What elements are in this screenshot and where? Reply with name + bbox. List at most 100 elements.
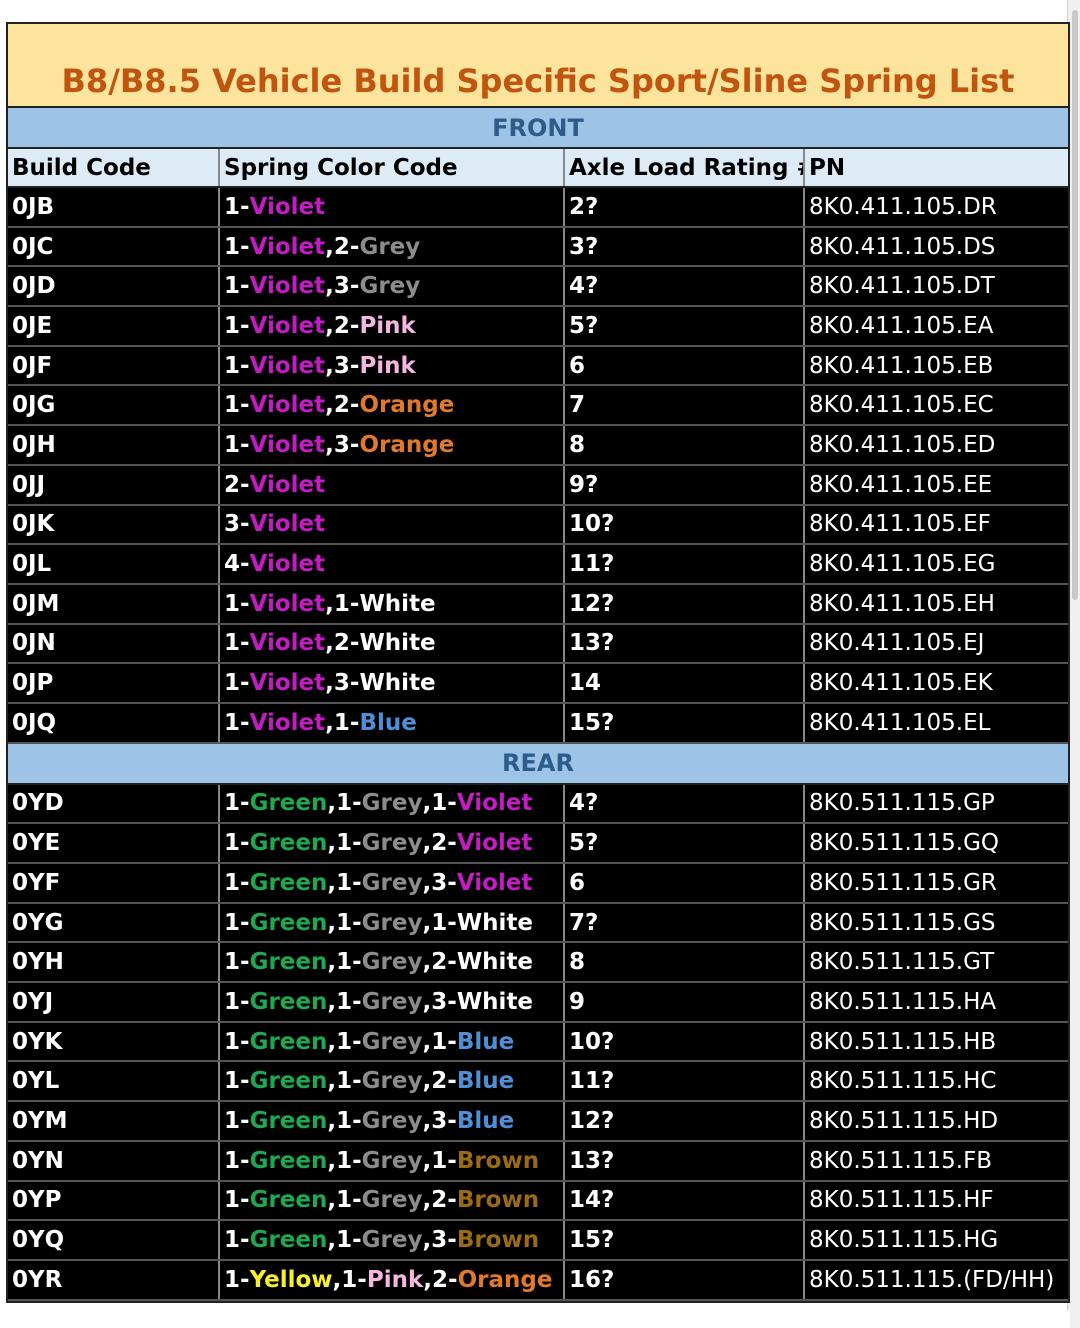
part-number-cell[interactable]: 8K0.411.105.EG bbox=[805, 545, 1068, 583]
axle-load-rating-cell[interactable]: 3? bbox=[565, 227, 805, 266]
spring-color-cell[interactable]: 1- Green, 1- Grey, 2- White bbox=[220, 943, 565, 982]
build-code-cell[interactable]: 0JM bbox=[8, 584, 220, 623]
axle-load-rating-cell[interactable]: 9 bbox=[565, 983, 805, 1021]
part-number-cell[interactable]: 8K0.411.105.DS bbox=[805, 228, 1068, 266]
build-code-cell[interactable]: 0JN bbox=[8, 624, 220, 663]
axle-load-rating-cell[interactable]: 10? bbox=[565, 1022, 805, 1061]
axle-load-rating-cell[interactable]: 6 bbox=[565, 346, 805, 385]
axle-load-rating-cell[interactable]: 11? bbox=[565, 545, 805, 583]
axle-load-rating-cell[interactable]: 14 bbox=[565, 664, 805, 702]
spring-color-cell[interactable]: 1- Violet, 3- Grey bbox=[220, 267, 565, 306]
build-code-cell[interactable]: 0JL bbox=[8, 545, 220, 583]
spring-color-cell[interactable]: 1- Green, 1- Grey, 3- Blue bbox=[220, 1102, 565, 1140]
axle-load-rating-cell[interactable]: 12? bbox=[565, 1102, 805, 1140]
build-code-cell[interactable]: 0YK bbox=[8, 1022, 220, 1061]
spring-color-cell[interactable]: 3- Violet bbox=[220, 505, 565, 544]
axle-load-rating-cell[interactable]: 4? bbox=[565, 267, 805, 306]
part-number-cell[interactable]: 8K0.411.105.EH bbox=[805, 585, 1068, 623]
build-code-cell[interactable]: 0YM bbox=[8, 1102, 220, 1140]
part-number-cell[interactable]: 8K0.411.105.DR bbox=[805, 188, 1068, 226]
axle-load-rating-cell[interactable]: 5? bbox=[565, 307, 805, 345]
part-number-cell[interactable]: 8K0.511.115.HG bbox=[805, 1221, 1068, 1259]
axle-load-rating-cell[interactable]: 2? bbox=[565, 188, 805, 226]
part-number-cell[interactable]: 8K0.411.105.EJ bbox=[805, 625, 1068, 663]
build-code-cell[interactable]: 0JD bbox=[8, 267, 220, 306]
build-code-cell[interactable]: 0JC bbox=[8, 227, 220, 266]
build-code-cell[interactable]: 0YG bbox=[8, 903, 220, 942]
part-number-cell[interactable]: 8K0.511.115.GS bbox=[805, 904, 1068, 942]
axle-load-rating-cell[interactable]: 8 bbox=[565, 943, 805, 982]
axle-load-rating-cell[interactable]: 4? bbox=[565, 784, 805, 823]
axle-load-rating-cell[interactable]: 12? bbox=[565, 584, 805, 623]
build-code-cell[interactable]: 0JQ bbox=[8, 703, 220, 742]
build-code-cell[interactable]: 0JP bbox=[8, 664, 220, 702]
part-number-cell[interactable]: 8K0.511.115.(FD/HH) bbox=[805, 1261, 1068, 1299]
spring-color-cell[interactable]: 1- Violet bbox=[220, 188, 565, 226]
spring-color-cell[interactable]: 1- Green, 1- Grey, 1- Blue bbox=[220, 1022, 565, 1061]
part-number-cell[interactable]: 8K0.511.115.FB bbox=[805, 1142, 1068, 1180]
spring-color-cell[interactable]: 1- Violet, 2- Pink bbox=[220, 307, 565, 345]
part-number-cell[interactable]: 8K0.511.115.GT bbox=[805, 943, 1068, 981]
build-code-cell[interactable]: 0YE bbox=[8, 824, 220, 862]
spring-color-cell[interactable]: 1- Green, 1- Grey, 1- White bbox=[220, 903, 565, 942]
spring-color-cell[interactable]: 1- Violet, 2- White bbox=[220, 624, 565, 663]
build-code-cell[interactable]: 0YQ bbox=[8, 1221, 220, 1259]
part-number-cell[interactable]: 8K0.411.105.EC bbox=[805, 386, 1068, 424]
build-code-cell[interactable]: 0YN bbox=[8, 1141, 220, 1180]
build-code-cell[interactable]: 0YJ bbox=[8, 983, 220, 1021]
part-number-cell[interactable]: 8K0.511.115.HB bbox=[805, 1023, 1068, 1061]
build-code-cell[interactable]: 0YH bbox=[8, 943, 220, 982]
part-number-cell[interactable]: 8K0.511.115.HD bbox=[805, 1102, 1068, 1140]
part-number-cell[interactable]: 8K0.411.105.DT bbox=[805, 267, 1068, 305]
part-number-cell[interactable]: 8K0.511.115.GQ bbox=[805, 824, 1068, 862]
spring-color-cell[interactable]: 4- Violet bbox=[220, 545, 565, 583]
part-number-cell[interactable]: 8K0.411.105.EB bbox=[805, 347, 1068, 385]
axle-load-rating-cell[interactable]: 11? bbox=[565, 1062, 805, 1101]
spring-color-cell[interactable]: 1- Violet, 1- Blue bbox=[220, 703, 565, 742]
spring-color-cell[interactable]: 1- Green, 1- Grey, 3- Violet bbox=[220, 864, 565, 902]
spring-color-cell[interactable]: 1- Violet, 2- Grey bbox=[220, 227, 565, 266]
header-axle-load-rating[interactable]: Axle Load Rating # bbox=[565, 149, 805, 186]
spring-color-cell[interactable]: 1- Yellow, 1- Pink, 2- Orange bbox=[220, 1260, 565, 1299]
build-code-cell[interactable]: 0JK bbox=[8, 505, 220, 544]
axle-load-rating-cell[interactable]: 13? bbox=[565, 1141, 805, 1180]
part-number-cell[interactable]: 8K0.511.115.HF bbox=[805, 1182, 1068, 1220]
spring-color-cell[interactable]: 1- Violet, 1- White bbox=[220, 584, 565, 623]
spring-color-cell[interactable]: 1- Violet, 3- Orange bbox=[220, 426, 565, 464]
build-code-cell[interactable]: 0JG bbox=[8, 386, 220, 425]
axle-load-rating-cell[interactable]: 5? bbox=[565, 824, 805, 862]
axle-load-rating-cell[interactable]: 15? bbox=[565, 703, 805, 742]
part-number-cell[interactable]: 8K0.411.105.EF bbox=[805, 506, 1068, 544]
axle-load-rating-cell[interactable]: 7 bbox=[565, 386, 805, 425]
build-code-cell[interactable]: 0YP bbox=[8, 1181, 220, 1220]
axle-load-rating-cell[interactable]: 15? bbox=[565, 1221, 805, 1259]
axle-load-rating-cell[interactable]: 14? bbox=[565, 1181, 805, 1220]
build-code-cell[interactable]: 0JF bbox=[8, 346, 220, 385]
build-code-cell[interactable]: 0JE bbox=[8, 307, 220, 345]
section-front-label[interactable]: FRONT bbox=[8, 108, 1068, 149]
axle-load-rating-cell[interactable]: 7? bbox=[565, 903, 805, 942]
spring-color-cell[interactable]: 1- Green, 1- Grey, 2- Brown bbox=[220, 1181, 565, 1220]
part-number-cell[interactable]: 8K0.411.105.EK bbox=[805, 664, 1068, 702]
part-number-cell[interactable]: 8K0.411.105.EL bbox=[805, 704, 1068, 742]
spring-color-cell[interactable]: 1- Violet, 2- Orange bbox=[220, 386, 565, 425]
axle-load-rating-cell[interactable]: 13? bbox=[565, 624, 805, 663]
spring-color-cell[interactable]: 1- Green, 1- Grey, 3- Brown bbox=[220, 1221, 565, 1259]
axle-load-rating-cell[interactable]: 6 bbox=[565, 864, 805, 902]
build-code-cell[interactable]: 0JJ bbox=[8, 465, 220, 504]
spring-color-cell[interactable]: 1- Green, 1- Grey, 2- Violet bbox=[220, 824, 565, 862]
spring-color-cell[interactable]: 1- Green, 1- Grey, 3- White bbox=[220, 983, 565, 1021]
axle-load-rating-cell[interactable]: 10? bbox=[565, 505, 805, 544]
part-number-cell[interactable]: 8K0.411.105.EA bbox=[805, 307, 1068, 345]
axle-load-rating-cell[interactable]: 16? bbox=[565, 1260, 805, 1299]
axle-load-rating-cell[interactable]: 8 bbox=[565, 426, 805, 464]
build-code-cell[interactable]: 0YF bbox=[8, 864, 220, 902]
spring-color-cell[interactable]: 1- Green, 1- Grey, 2- Blue bbox=[220, 1062, 565, 1101]
part-number-cell[interactable]: 8K0.511.115.GR bbox=[805, 864, 1068, 902]
part-number-cell[interactable]: 8K0.511.115.HA bbox=[805, 983, 1068, 1021]
part-number-cell[interactable]: 8K0.511.115.GP bbox=[805, 785, 1068, 823]
part-number-cell[interactable]: 8K0.411.105.ED bbox=[805, 426, 1068, 464]
spring-color-cell[interactable]: 2- Violet bbox=[220, 465, 565, 504]
build-code-cell[interactable]: 0YR bbox=[8, 1260, 220, 1299]
header-spring-color-code[interactable]: Spring Color Code bbox=[220, 149, 565, 186]
